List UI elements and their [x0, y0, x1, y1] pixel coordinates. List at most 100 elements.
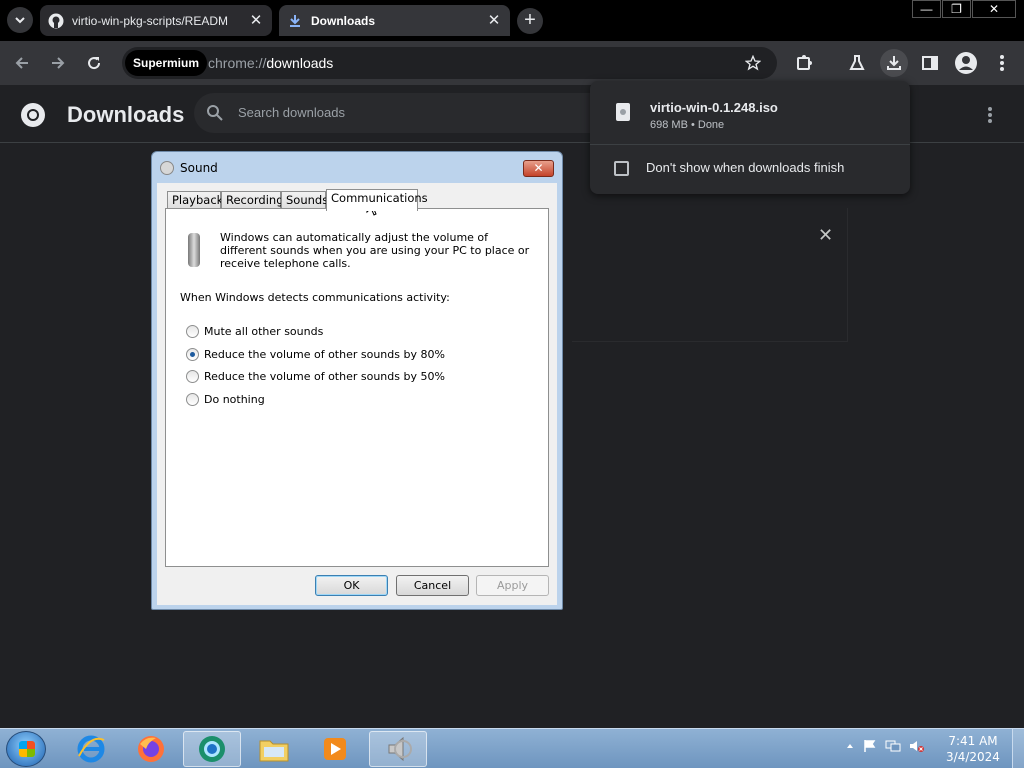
tab-title: virtio-win-pkg-scripts/READM: [72, 13, 229, 28]
avatar-icon: [955, 52, 977, 74]
downloads-bubble: virtio-win-0.1.248.iso 698 MB • Done Don…: [590, 81, 910, 194]
system-tray: [845, 739, 925, 753]
dialog-close-button[interactable]: ✕: [523, 160, 554, 177]
radio-button[interactable]: [186, 370, 199, 383]
detects-label: When Windows detects communications acti…: [180, 291, 450, 304]
sound-dialog: Sound ✕ Playback Recording Sounds Commun…: [151, 151, 563, 610]
download-icon: [287, 13, 303, 29]
tab-title: Downloads: [311, 13, 376, 28]
search-downloads-input[interactable]: Search downloads: [194, 93, 614, 133]
side-panel-button[interactable]: [916, 49, 944, 77]
apply-button[interactable]: Apply: [476, 575, 549, 596]
tab-github[interactable]: virtio-win-pkg-scripts/READM ✕: [40, 5, 272, 36]
communications-panel: Windows can automatically adjust the vol…: [165, 208, 549, 567]
option-reduce-50[interactable]: Reduce the volume of other sounds by 50%: [186, 370, 445, 383]
profile-button[interactable]: [952, 49, 980, 77]
option-label: Reduce the volume of other sounds by 80%: [204, 348, 445, 361]
reload-icon: [88, 57, 101, 70]
reload-button[interactable]: [80, 49, 108, 77]
kebab-menu-icon: [1000, 55, 1004, 71]
menu-button[interactable]: [988, 49, 1016, 77]
start-button[interactable]: [6, 731, 46, 767]
window-close-button[interactable]: ✕: [972, 0, 1016, 18]
taskbar-supermium[interactable]: [183, 731, 241, 767]
network-icon[interactable]: [885, 739, 901, 753]
chevron-down-icon: [15, 17, 25, 24]
firefox-icon: [138, 736, 164, 762]
volume-muted-icon[interactable]: [909, 739, 925, 753]
download-icon: [887, 56, 901, 70]
cancel-button[interactable]: Cancel: [396, 575, 469, 596]
tab-downloads[interactable]: Downloads ✕: [279, 5, 510, 36]
browser-toolbar: Supermium chrome://downloads: [0, 41, 1024, 85]
chrome-logo-icon: [21, 103, 45, 127]
taskbar-internet-explorer[interactable]: [62, 731, 120, 767]
show-desktop-button[interactable]: [1012, 729, 1024, 768]
back-arrow-icon: [15, 57, 28, 69]
option-label: Reduce the volume of other sounds by 50%: [204, 370, 445, 383]
search-icon: [207, 105, 223, 121]
action-center-flag-icon[interactable]: [863, 739, 877, 753]
labs-button[interactable]: [843, 49, 871, 77]
tab-strip: virtio-win-pkg-scripts/READM ✕ Downloads…: [0, 0, 1024, 41]
dont-show-label[interactable]: Don't show when downloads finish: [646, 160, 844, 175]
flask-icon: [849, 55, 865, 70]
taskbar-clock[interactable]: 7:41 AM 3/4/2024: [945, 733, 1001, 765]
option-mute-all[interactable]: Mute all other sounds: [186, 325, 323, 338]
option-reduce-80[interactable]: Reduce the volume of other sounds by 80%: [186, 348, 445, 361]
media-player-icon: [324, 738, 346, 760]
back-button[interactable]: [8, 49, 36, 77]
github-icon: [48, 13, 64, 29]
tab-communications[interactable]: Communications: [326, 189, 428, 211]
tab-search-button[interactable]: [7, 7, 33, 33]
dialog-title: Sound: [180, 161, 218, 175]
clock-time: 7:41 AM: [948, 734, 998, 748]
option-label: Mute all other sounds: [204, 325, 324, 338]
speaker-icon: [160, 161, 174, 175]
windows-logo-icon: [19, 741, 35, 757]
new-tab-button[interactable]: +: [517, 8, 543, 34]
remove-item-icon[interactable]: ✕: [818, 225, 833, 246]
extensions-button[interactable]: [790, 49, 818, 77]
page-menu-icon[interactable]: [988, 107, 992, 123]
download-file-status: 698 MB • Done: [650, 119, 725, 131]
taskbar-file-explorer[interactable]: [245, 731, 303, 767]
tray-expand-icon[interactable]: [845, 739, 855, 753]
downloads-button[interactable]: [880, 49, 908, 77]
ok-button[interactable]: OK: [315, 575, 388, 596]
speaker-icon: [388, 736, 412, 762]
star-icon[interactable]: [745, 55, 761, 71]
puzzle-icon: [797, 55, 812, 70]
folder-icon: [259, 740, 289, 762]
tab-close-icon[interactable]: ✕: [248, 12, 264, 29]
radio-button[interactable]: [186, 393, 199, 406]
address-bar[interactable]: Supermium chrome://downloads: [122, 47, 777, 79]
forward-button[interactable]: [44, 49, 72, 77]
radio-button-selected[interactable]: [186, 348, 199, 361]
supermium-icon: [199, 736, 225, 762]
intro-text: Windows can automatically adjust the vol…: [220, 231, 530, 270]
taskbar-media-player[interactable]: [306, 731, 364, 767]
page-title: Downloads: [67, 102, 185, 127]
radio-button[interactable]: [186, 325, 199, 338]
url-scheme: chrome://: [208, 55, 267, 71]
option-label: Do nothing: [204, 393, 265, 406]
window-controls: — ❐ ✕: [911, 0, 1016, 18]
search-placeholder: Search downloads: [238, 105, 345, 120]
download-file-name[interactable]: virtio-win-0.1.248.iso: [650, 100, 778, 115]
file-icon: [616, 103, 630, 121]
option-do-nothing[interactable]: Do nothing: [186, 393, 265, 406]
minimize-button[interactable]: —: [912, 0, 941, 18]
taskbar: 7:41 AM 3/4/2024: [0, 728, 1024, 768]
forward-arrow-icon: [52, 57, 65, 69]
taskbar-sound[interactable]: [369, 731, 427, 767]
clock-date: 3/4/2024: [946, 750, 1000, 764]
browser-chip[interactable]: Supermium: [125, 50, 208, 76]
download-item-card: [572, 208, 848, 342]
tab-close-icon[interactable]: ✕: [486, 12, 502, 29]
divider: [590, 144, 910, 145]
url-text[interactable]: chrome://downloads: [208, 47, 333, 79]
taskbar-firefox[interactable]: [122, 731, 180, 767]
maximize-button[interactable]: ❐: [942, 0, 971, 18]
dont-show-checkbox[interactable]: [614, 161, 629, 176]
